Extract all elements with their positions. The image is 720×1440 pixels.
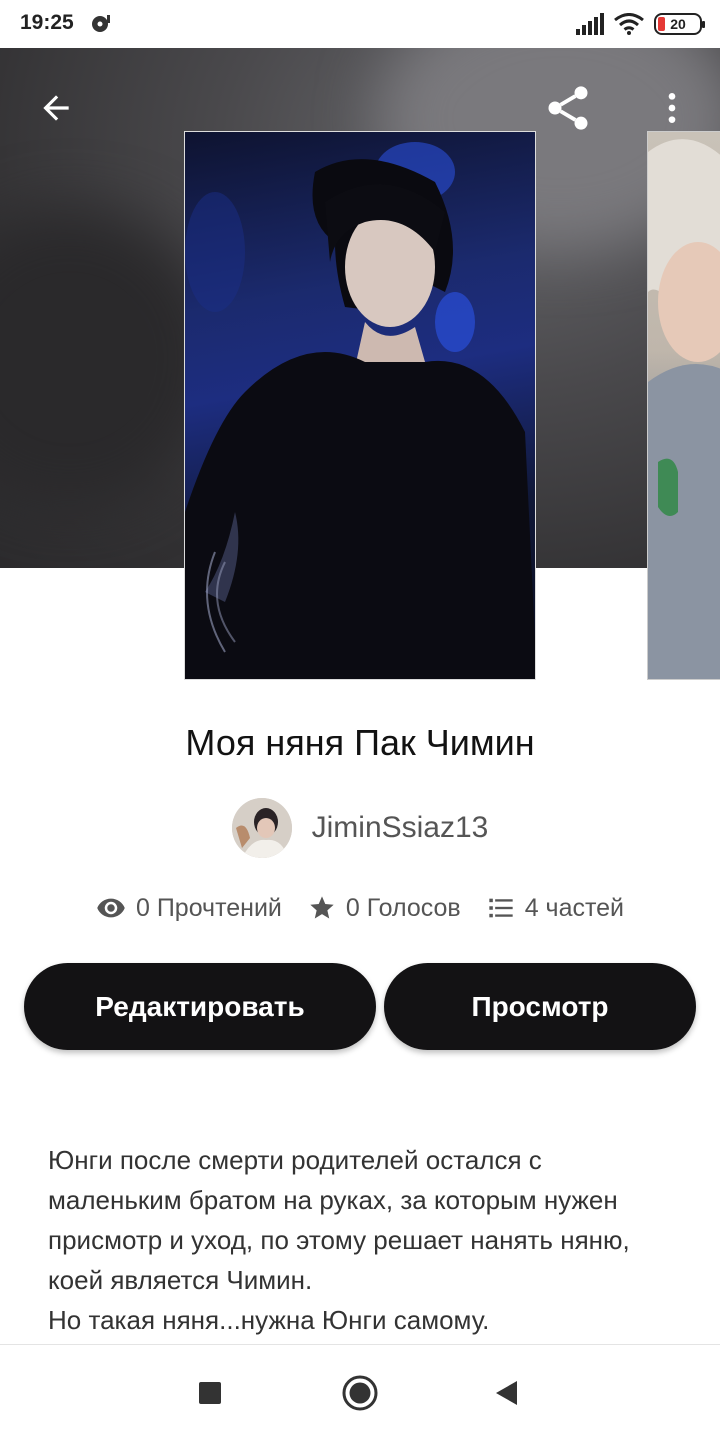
star-icon [310,896,334,919]
back-button[interactable] [28,80,84,136]
share-button[interactable] [540,80,596,136]
next-cover-image [648,139,720,679]
parts-count: 4 частей [524,893,625,922]
status-bar: 19:25 20 [0,0,720,48]
share-icon [548,86,588,130]
reads-count: 0 Прочтений [135,893,282,922]
battery-indicator: 20 [654,13,705,35]
recent-apps-button[interactable] [186,1369,234,1417]
avatar-image [231,798,292,858]
cover-portrait-image [185,142,535,679]
back-arrow-icon [43,95,69,121]
eye-icon [97,898,125,918]
votes-stat: 0 Голосов [308,894,461,923]
story-description: Юнги после смерти родителей остался с ма… [48,1145,630,1335]
parts-stat: 4 частей [487,894,624,923]
votes-count: 0 Голосов [345,893,461,922]
next-cover-preview[interactable] [647,131,720,680]
author-row[interactable]: JiminSsiaz13 [0,798,720,858]
battery-level [658,17,665,31]
home-circle-icon [342,1375,378,1411]
back-nav-button[interactable] [482,1369,530,1417]
media-disc-icon [92,15,110,32]
triangle-back-icon [496,1381,517,1405]
signal-icon [576,13,604,35]
system-nav-bar [0,1344,720,1440]
story-stats: 0 Прочтений 0 Голосов 4 частей [0,893,720,923]
story-title: Моя няня Пак Чимин [185,722,535,763]
battery-percent: 20 [670,16,686,32]
more-options-button[interactable] [644,80,700,136]
wifi-icon [614,13,644,35]
edit-button[interactable]: Редактировать [24,963,376,1050]
list-icon [489,898,513,918]
view-button[interactable]: Просмотр [384,963,696,1050]
status-time: 19:25 [20,11,74,34]
avatar[interactable] [231,798,292,858]
story-cover[interactable] [184,131,536,680]
home-button[interactable] [336,1369,384,1417]
reads-stat: 0 Прочтений [96,893,282,923]
square-icon [199,1382,221,1404]
author-name[interactable]: JiminSsiaz13 [312,811,489,845]
more-vert-icon [668,93,676,123]
